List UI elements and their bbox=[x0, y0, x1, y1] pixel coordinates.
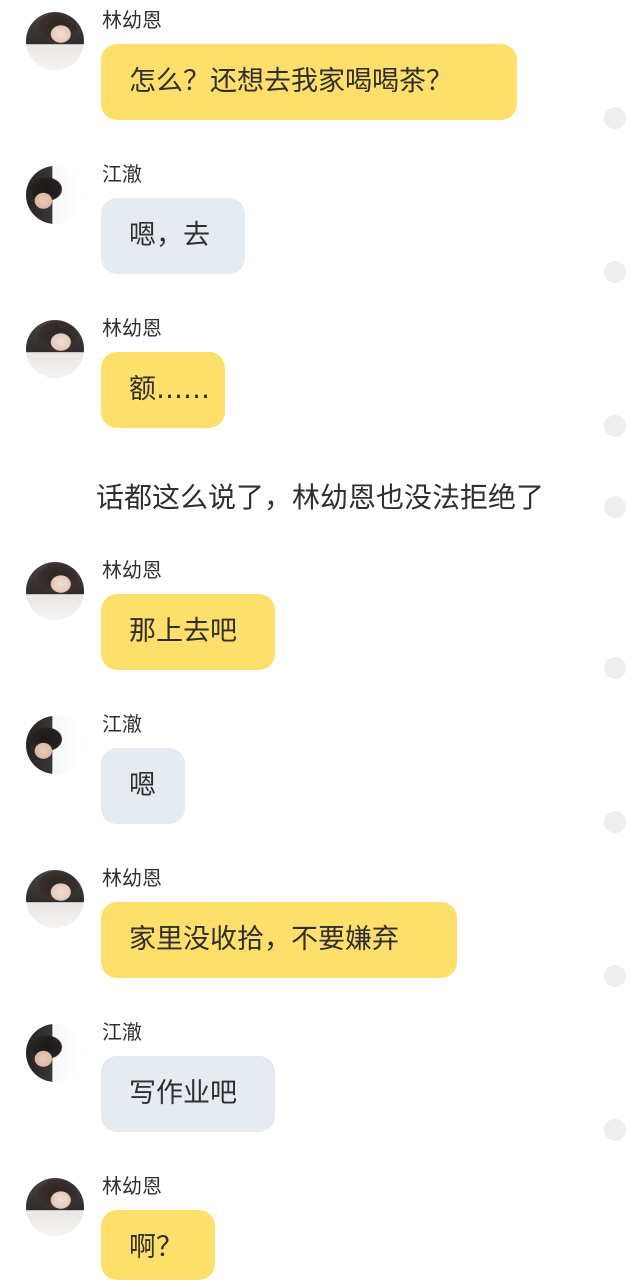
read-status-dot bbox=[604, 811, 626, 833]
sender-name: 林幼恩 bbox=[102, 866, 162, 890]
message-bubble[interactable]: 额…… bbox=[101, 352, 225, 428]
chat-thread[interactable]: 林幼恩 怎么？还想去我家喝喝茶？ 江澈 嗯，去 林幼恩 额…… 话都这么说了，林… bbox=[0, 0, 640, 1280]
message-bubble[interactable]: 家里没收拾，不要嫌弃 bbox=[101, 902, 457, 978]
boy-avatar-icon[interactable] bbox=[26, 716, 84, 774]
message-bubble[interactable]: 那上去吧 bbox=[101, 594, 275, 670]
sender-name: 江澈 bbox=[102, 162, 142, 186]
read-status-dot bbox=[604, 261, 626, 283]
read-status-dot bbox=[604, 965, 626, 987]
message-bubble[interactable]: 写作业吧 bbox=[101, 1056, 275, 1132]
read-status-dot bbox=[604, 107, 626, 129]
sender-name: 江澈 bbox=[102, 712, 142, 736]
sender-name: 江澈 bbox=[102, 1020, 142, 1044]
boy-avatar-icon[interactable] bbox=[26, 1024, 84, 1082]
read-status-dot bbox=[604, 1119, 626, 1141]
girl-avatar-icon[interactable] bbox=[26, 870, 84, 928]
girl-avatar-icon[interactable] bbox=[26, 320, 84, 378]
message-bubble[interactable]: 嗯 bbox=[101, 748, 185, 824]
boy-avatar-icon[interactable] bbox=[26, 166, 84, 224]
girl-avatar-icon[interactable] bbox=[26, 12, 84, 70]
narration-text: 话都这么说了，林幼恩也没法拒绝了 bbox=[95, 481, 544, 514]
read-status-dot bbox=[604, 657, 626, 679]
girl-avatar-icon[interactable] bbox=[26, 562, 84, 620]
sender-name: 林幼恩 bbox=[102, 1174, 162, 1198]
sender-name: 林幼恩 bbox=[102, 316, 162, 340]
read-status-dot bbox=[604, 496, 626, 518]
sender-name: 林幼恩 bbox=[102, 8, 162, 32]
sender-name: 林幼恩 bbox=[102, 558, 162, 582]
message-bubble[interactable]: 怎么？还想去我家喝喝茶？ bbox=[101, 44, 517, 120]
message-bubble[interactable]: 嗯，去 bbox=[101, 198, 245, 274]
read-status-dot bbox=[604, 415, 626, 437]
girl-avatar-icon[interactable] bbox=[26, 1178, 84, 1236]
message-bubble[interactable]: 啊？ bbox=[101, 1210, 215, 1280]
